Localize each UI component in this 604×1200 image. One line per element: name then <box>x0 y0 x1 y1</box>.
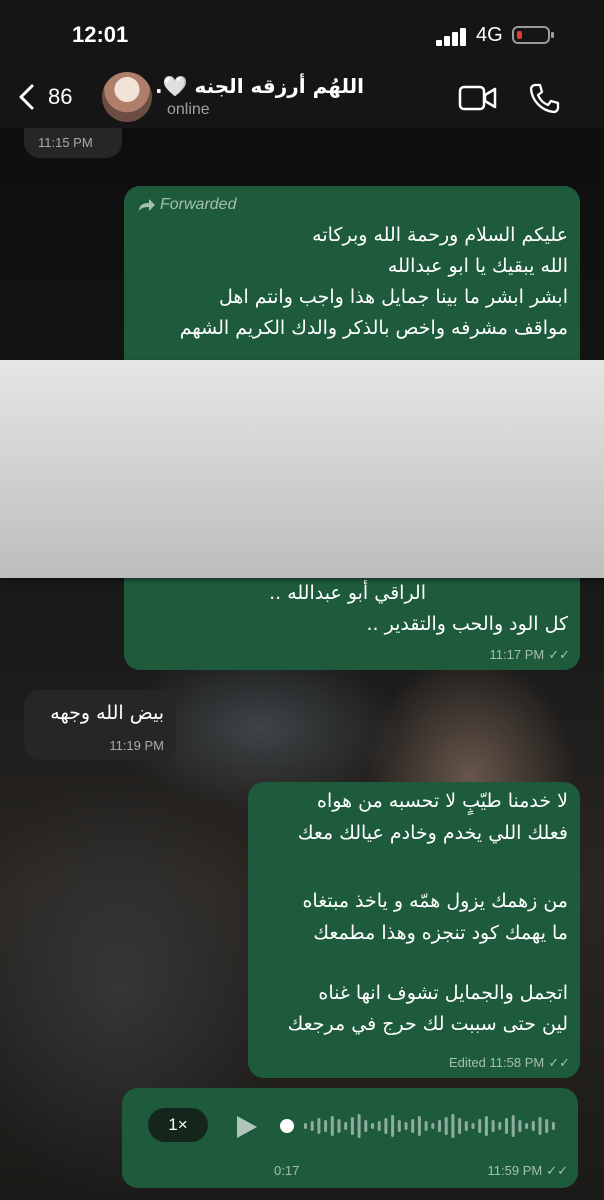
forwarded-line: الله يبقيك يا ابو عبدالله <box>387 255 568 277</box>
waveform-bar <box>411 1119 415 1133</box>
edited-label: Edited <box>449 1055 486 1070</box>
waveform-bar <box>505 1118 508 1134</box>
forwarded-line: كل الود والحب والتقدير .. <box>366 613 568 635</box>
waveform-bar <box>478 1119 482 1133</box>
waveform-bar <box>384 1118 388 1134</box>
read-ticks-icon: ✓✓ <box>546 1163 568 1178</box>
waveform-bar <box>431 1123 435 1129</box>
voice-call-button[interactable] <box>528 82 560 114</box>
video-camera-icon <box>458 85 497 111</box>
redaction-overlay <box>0 360 604 578</box>
waveform-bar <box>391 1115 395 1137</box>
message-line: من زهمك يزول همّه و ياخذ مبتغاه <box>302 890 568 912</box>
waveform[interactable] <box>280 1106 560 1146</box>
forwarded-line: مواقف مشرفه واخص بالذكر والدك الكريم الش… <box>179 317 568 339</box>
forward-arrow-icon <box>139 198 155 211</box>
read-ticks-icon: ✓✓ <box>548 1055 570 1070</box>
status-bar: 12:01 4G <box>0 0 604 70</box>
waveform-bar <box>451 1114 455 1138</box>
message-bubble-incoming[interactable]: بيض الله وجهه 11:19 PM <box>24 690 176 760</box>
waveform-bar <box>464 1121 468 1131</box>
message-time: Edited 11:58 PM ✓✓ <box>449 1055 570 1070</box>
unread-count: 86 <box>48 84 73 109</box>
message-time: 11:59 PM ✓✓ <box>487 1163 568 1178</box>
chat-header: 86 اللهُم أرزقه الجنه 🤍. online <box>0 70 604 128</box>
back-button[interactable]: 86 <box>14 78 84 118</box>
message-time: 11:17 PM ✓✓ <box>489 647 570 662</box>
waveform-bar <box>417 1116 421 1136</box>
waveform-bar <box>484 1116 488 1136</box>
contact-status: online <box>167 101 210 118</box>
playback-scrubber[interactable] <box>280 1119 294 1133</box>
message-line: لين حتى سببت لك حرج في مرجعك <box>287 1013 568 1035</box>
playback-speed-button[interactable]: 1× <box>148 1108 208 1142</box>
waveform-bar <box>330 1116 334 1136</box>
waveform-bar <box>545 1119 549 1133</box>
waveform-bar <box>397 1120 401 1132</box>
voice-duration: 0:17 <box>274 1163 300 1178</box>
chevron-left-icon <box>19 84 34 110</box>
message-bubble-outgoing[interactable]: لا خدمنا طيّبٍ لا تحسبه من هواه فعلك الل… <box>248 782 580 1078</box>
message-line: اتجمل والجمايل تشوف انها غناه <box>318 982 568 1004</box>
waveform-bar <box>424 1121 428 1131</box>
avatar[interactable] <box>102 72 152 122</box>
contact-name[interactable]: اللهُم أرزقه الجنه 🤍. <box>155 74 364 98</box>
waveform-bar <box>371 1123 374 1129</box>
message-bubble-incoming[interactable]: 11:15 PM <box>24 128 122 158</box>
waveform-bar <box>491 1120 495 1132</box>
waveform-bar <box>525 1123 529 1129</box>
forwarded-line: ابشر ابشر ما بينا جمايل هذا واجب وانتم ا… <box>219 286 568 308</box>
forwarded-line: الراقي أبو عبدالله .. <box>269 582 426 604</box>
chat-area[interactable]: 11:15 PM Forwarded عليكم السلام ورحمة ال… <box>0 128 604 1200</box>
waveform-bar <box>551 1122 555 1130</box>
video-call-button[interactable] <box>458 84 498 112</box>
waveform-bar <box>344 1122 348 1130</box>
message-line: لا خدمنا طيّبٍ لا تحسبه من هواه <box>317 790 568 812</box>
forwarded-text: Forwarded <box>160 196 237 213</box>
waveform-bar <box>498 1122 502 1130</box>
waveform-bar <box>377 1121 381 1131</box>
signal-icon <box>436 26 470 46</box>
waveform-bar <box>531 1121 535 1131</box>
play-button[interactable] <box>234 1114 260 1144</box>
battery-icon <box>512 26 554 44</box>
waveform-bar <box>458 1118 462 1134</box>
waveform-bar <box>310 1121 314 1131</box>
waveform-bar <box>317 1118 321 1134</box>
message-line: فعلك اللي يخدم وخادم عيالك معك <box>297 822 568 844</box>
waveform-bar <box>324 1120 328 1132</box>
waveform-bar <box>350 1117 354 1135</box>
voice-message-bubble[interactable]: 1× 0:17 11:59 PM ✓✓ <box>122 1088 578 1188</box>
waveform-bar <box>357 1114 361 1138</box>
waveform-bar <box>438 1120 441 1132</box>
forwarded-label: Forwarded <box>138 196 236 214</box>
waveform-bar <box>518 1120 522 1132</box>
waveform-bar <box>471 1123 475 1129</box>
waveform-bar <box>444 1117 448 1135</box>
waveform-bar <box>364 1120 368 1132</box>
message-text: بيض الله وجهه <box>50 702 164 724</box>
waveform-bar <box>538 1117 542 1135</box>
waveform-bar <box>337 1119 341 1133</box>
waveform-bar <box>511 1115 515 1137</box>
forwarded-line: عليكم السلام ورحمة الله وبركاته <box>312 224 568 246</box>
read-ticks-icon: ✓✓ <box>548 647 570 662</box>
message-line: ما يهمك كود تنجزه وهذا مطمعك <box>313 922 568 944</box>
message-time: 11:15 PM <box>38 135 93 150</box>
waveform-bar <box>404 1122 408 1130</box>
play-icon <box>237 1116 257 1138</box>
waveform-bar <box>304 1123 307 1129</box>
network-type: 4G <box>476 24 503 46</box>
message-time: 11:19 PM <box>109 738 164 753</box>
status-time: 12:01 <box>72 22 129 47</box>
phone-icon <box>529 83 560 114</box>
